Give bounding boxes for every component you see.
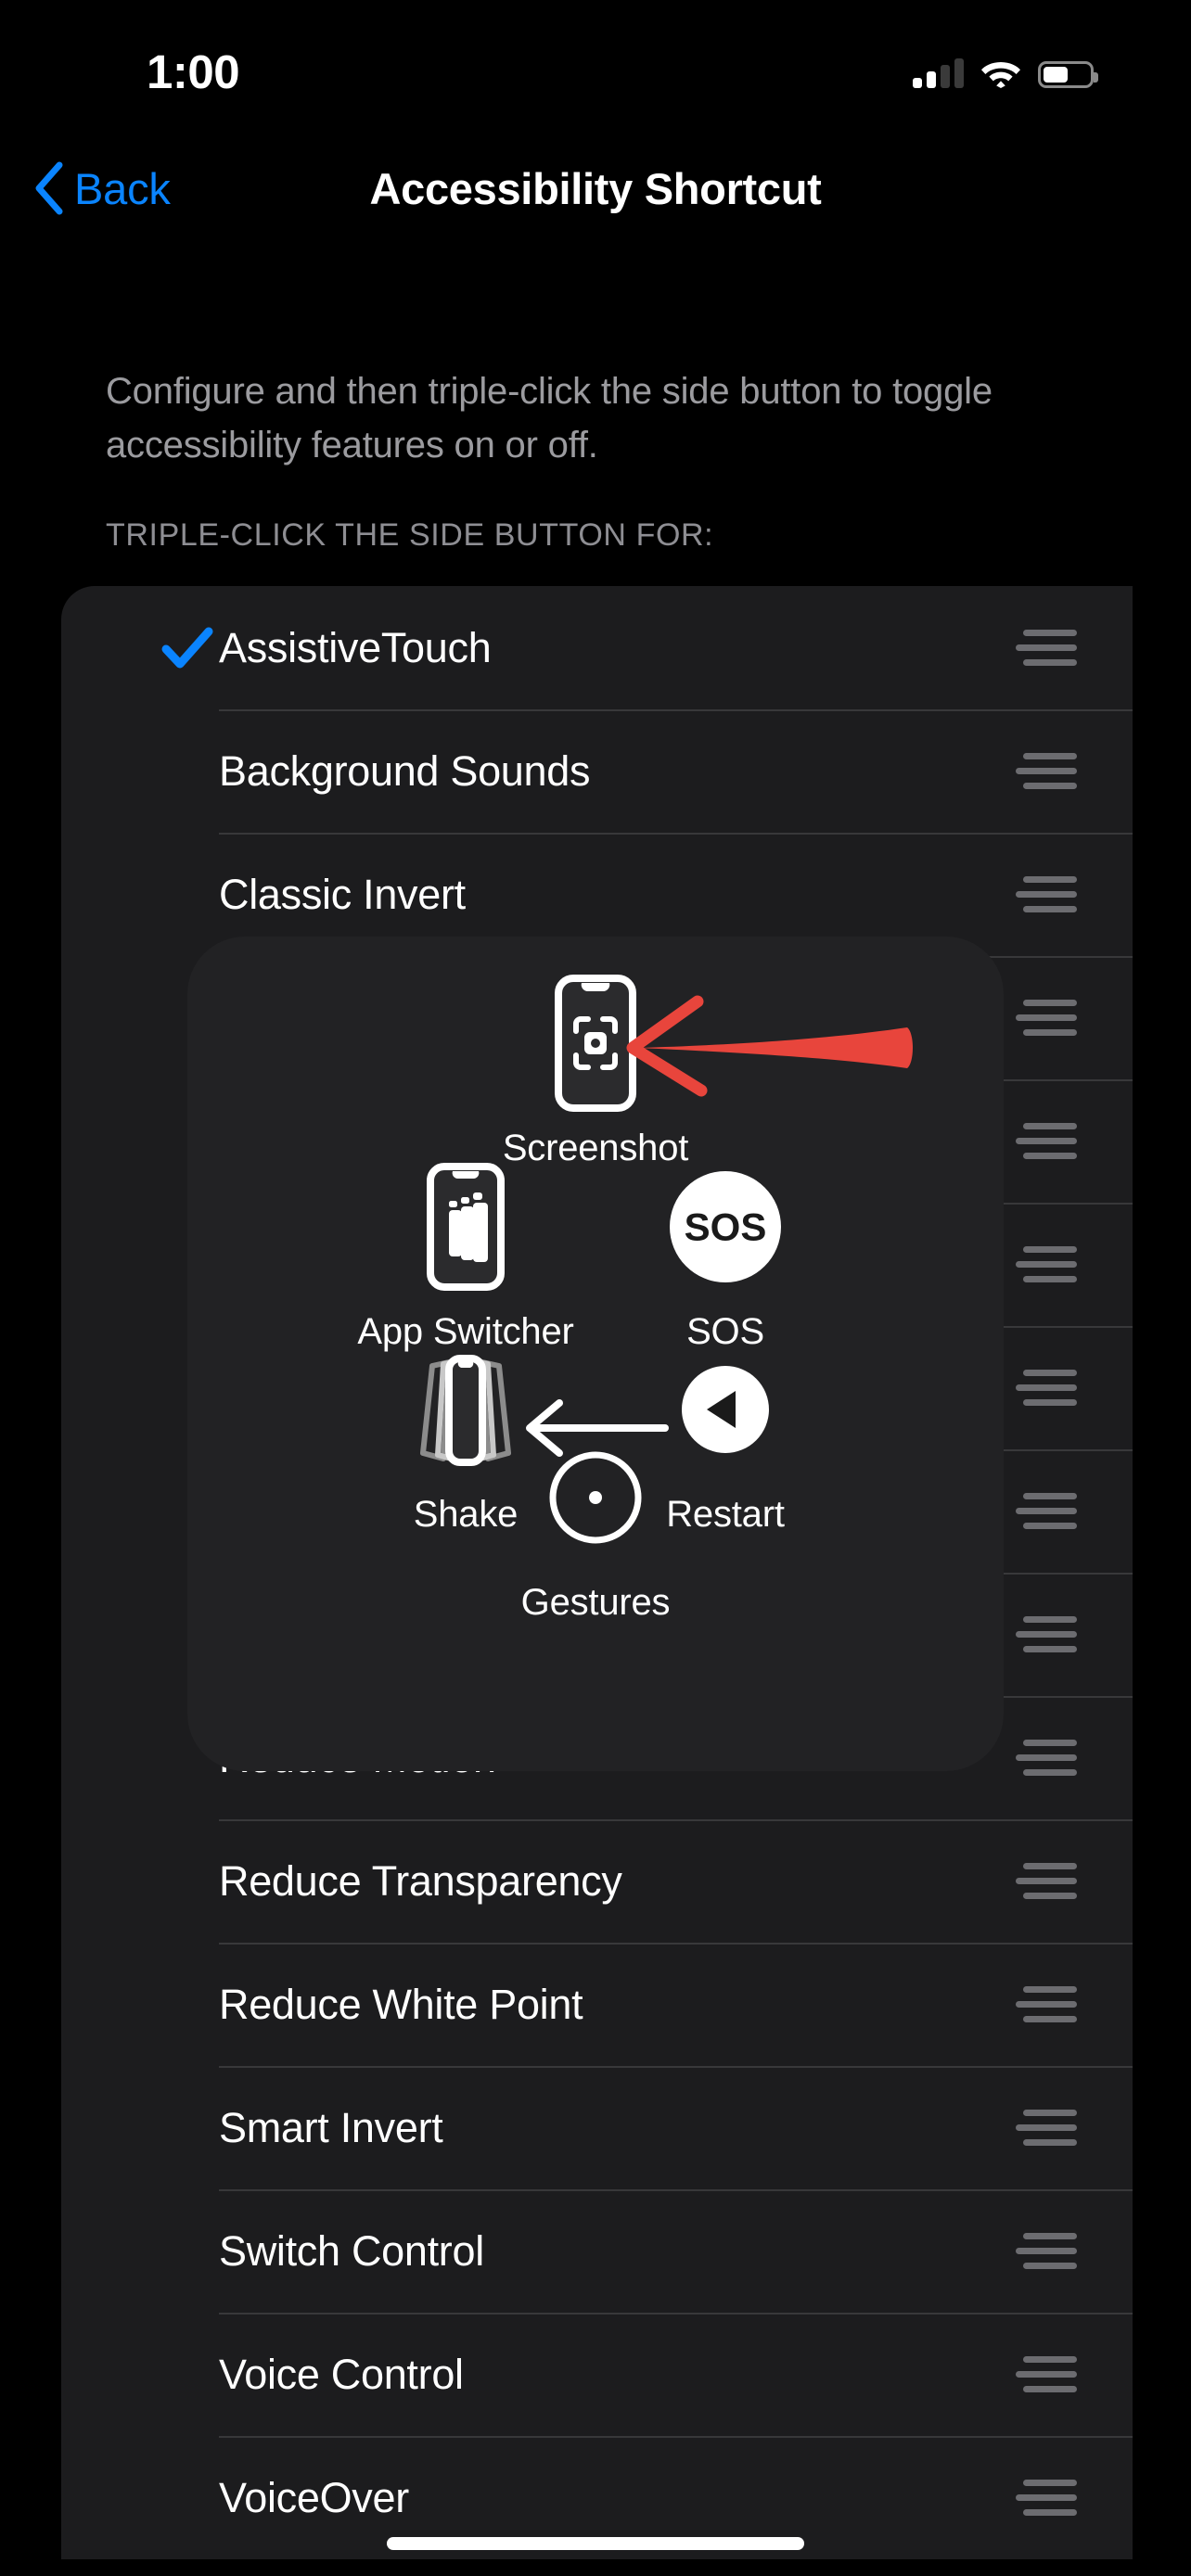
reorder-handle-icon[interactable] <box>1016 2233 1077 2269</box>
menu-item-screenshot[interactable]: Screenshot <box>466 964 725 1169</box>
list-row[interactable]: Smart Invert <box>61 2066 1133 2189</box>
menu-item-app-switcher[interactable]: App Switcher <box>336 1148 596 1353</box>
list-row[interactable]: AssistiveTouch <box>61 586 1133 709</box>
reorder-handle-icon[interactable] <box>1016 753 1077 789</box>
list-row-label: Classic Invert <box>219 870 466 918</box>
checkmark-icon <box>161 627 213 668</box>
list-row-label: Reduce White Point <box>219 1980 583 2028</box>
battery-icon <box>1038 61 1098 88</box>
cellular-signal-icon <box>913 58 964 88</box>
reorder-handle-icon[interactable] <box>1016 1863 1077 1899</box>
list-row-label: Reduce Transparency <box>219 1856 622 1905</box>
reorder-handle-icon[interactable] <box>1016 2480 1077 2516</box>
reorder-handle-icon[interactable] <box>1016 1986 1077 2022</box>
list-row[interactable]: Voice Control <box>61 2313 1133 2436</box>
assistive-touch-menu: Screenshot App Switcher SOS SOS Shake Re… <box>187 937 1004 1771</box>
menu-item-sos[interactable]: SOS SOS <box>596 1148 855 1353</box>
app-switcher-icon <box>336 1148 596 1306</box>
home-indicator <box>387 2537 804 2550</box>
arrow-left-icon[interactable] <box>517 1396 674 1460</box>
iphone-screen: 1:00 Back Accessibility Shortcut Configu… <box>0 0 1191 2576</box>
reorder-handle-icon[interactable] <box>1016 1246 1077 1282</box>
reorder-handle-icon[interactable] <box>1016 876 1077 912</box>
reorder-handle-icon[interactable] <box>1016 2110 1077 2146</box>
section-header: TRIPLE-CLICK THE SIDE BUTTON FOR: <box>106 517 714 553</box>
list-row-label: Smart Invert <box>219 2103 443 2151</box>
sos-icon-text: SOS <box>685 1205 767 1249</box>
reorder-handle-icon[interactable] <box>1016 1616 1077 1652</box>
reorder-handle-icon[interactable] <box>1016 1123 1077 1159</box>
menu-item-label: Gestures <box>520 1582 671 1623</box>
list-row[interactable]: Switch Control <box>61 2189 1133 2313</box>
reorder-handle-icon[interactable] <box>1016 630 1077 666</box>
reorder-handle-icon[interactable] <box>1016 1370 1077 1406</box>
reorder-handle-icon[interactable] <box>1016 2356 1077 2392</box>
status-bar-indicators <box>913 51 1098 88</box>
list-row-label: Switch Control <box>219 2226 484 2275</box>
reorder-handle-icon[interactable] <box>1016 1493 1077 1529</box>
page-title: Accessibility Shortcut <box>369 164 822 213</box>
list-row-label: VoiceOver <box>219 2473 409 2521</box>
list-row[interactable]: Reduce White Point <box>61 1943 1133 2066</box>
list-row-label: AssistiveTouch <box>219 623 492 671</box>
list-row-label: Voice Control <box>219 2350 464 2398</box>
status-bar: 1:00 <box>0 0 1191 130</box>
status-bar-time: 1:00 <box>147 45 240 98</box>
reorder-handle-icon[interactable] <box>1016 1740 1077 1776</box>
screenshot-icon <box>466 964 725 1122</box>
list-row[interactable]: Background Sounds <box>61 709 1133 833</box>
wifi-icon <box>981 62 1020 88</box>
navigation-bar: Back Accessibility Shortcut <box>0 148 1191 250</box>
reorder-handle-icon[interactable] <box>1016 1000 1077 1036</box>
sos-icon: SOS <box>596 1148 855 1306</box>
list-row-label: Background Sounds <box>219 746 591 795</box>
description-text: Configure and then triple-click the side… <box>106 371 992 465</box>
list-row[interactable]: Reduce Transparency <box>61 1819 1133 1943</box>
